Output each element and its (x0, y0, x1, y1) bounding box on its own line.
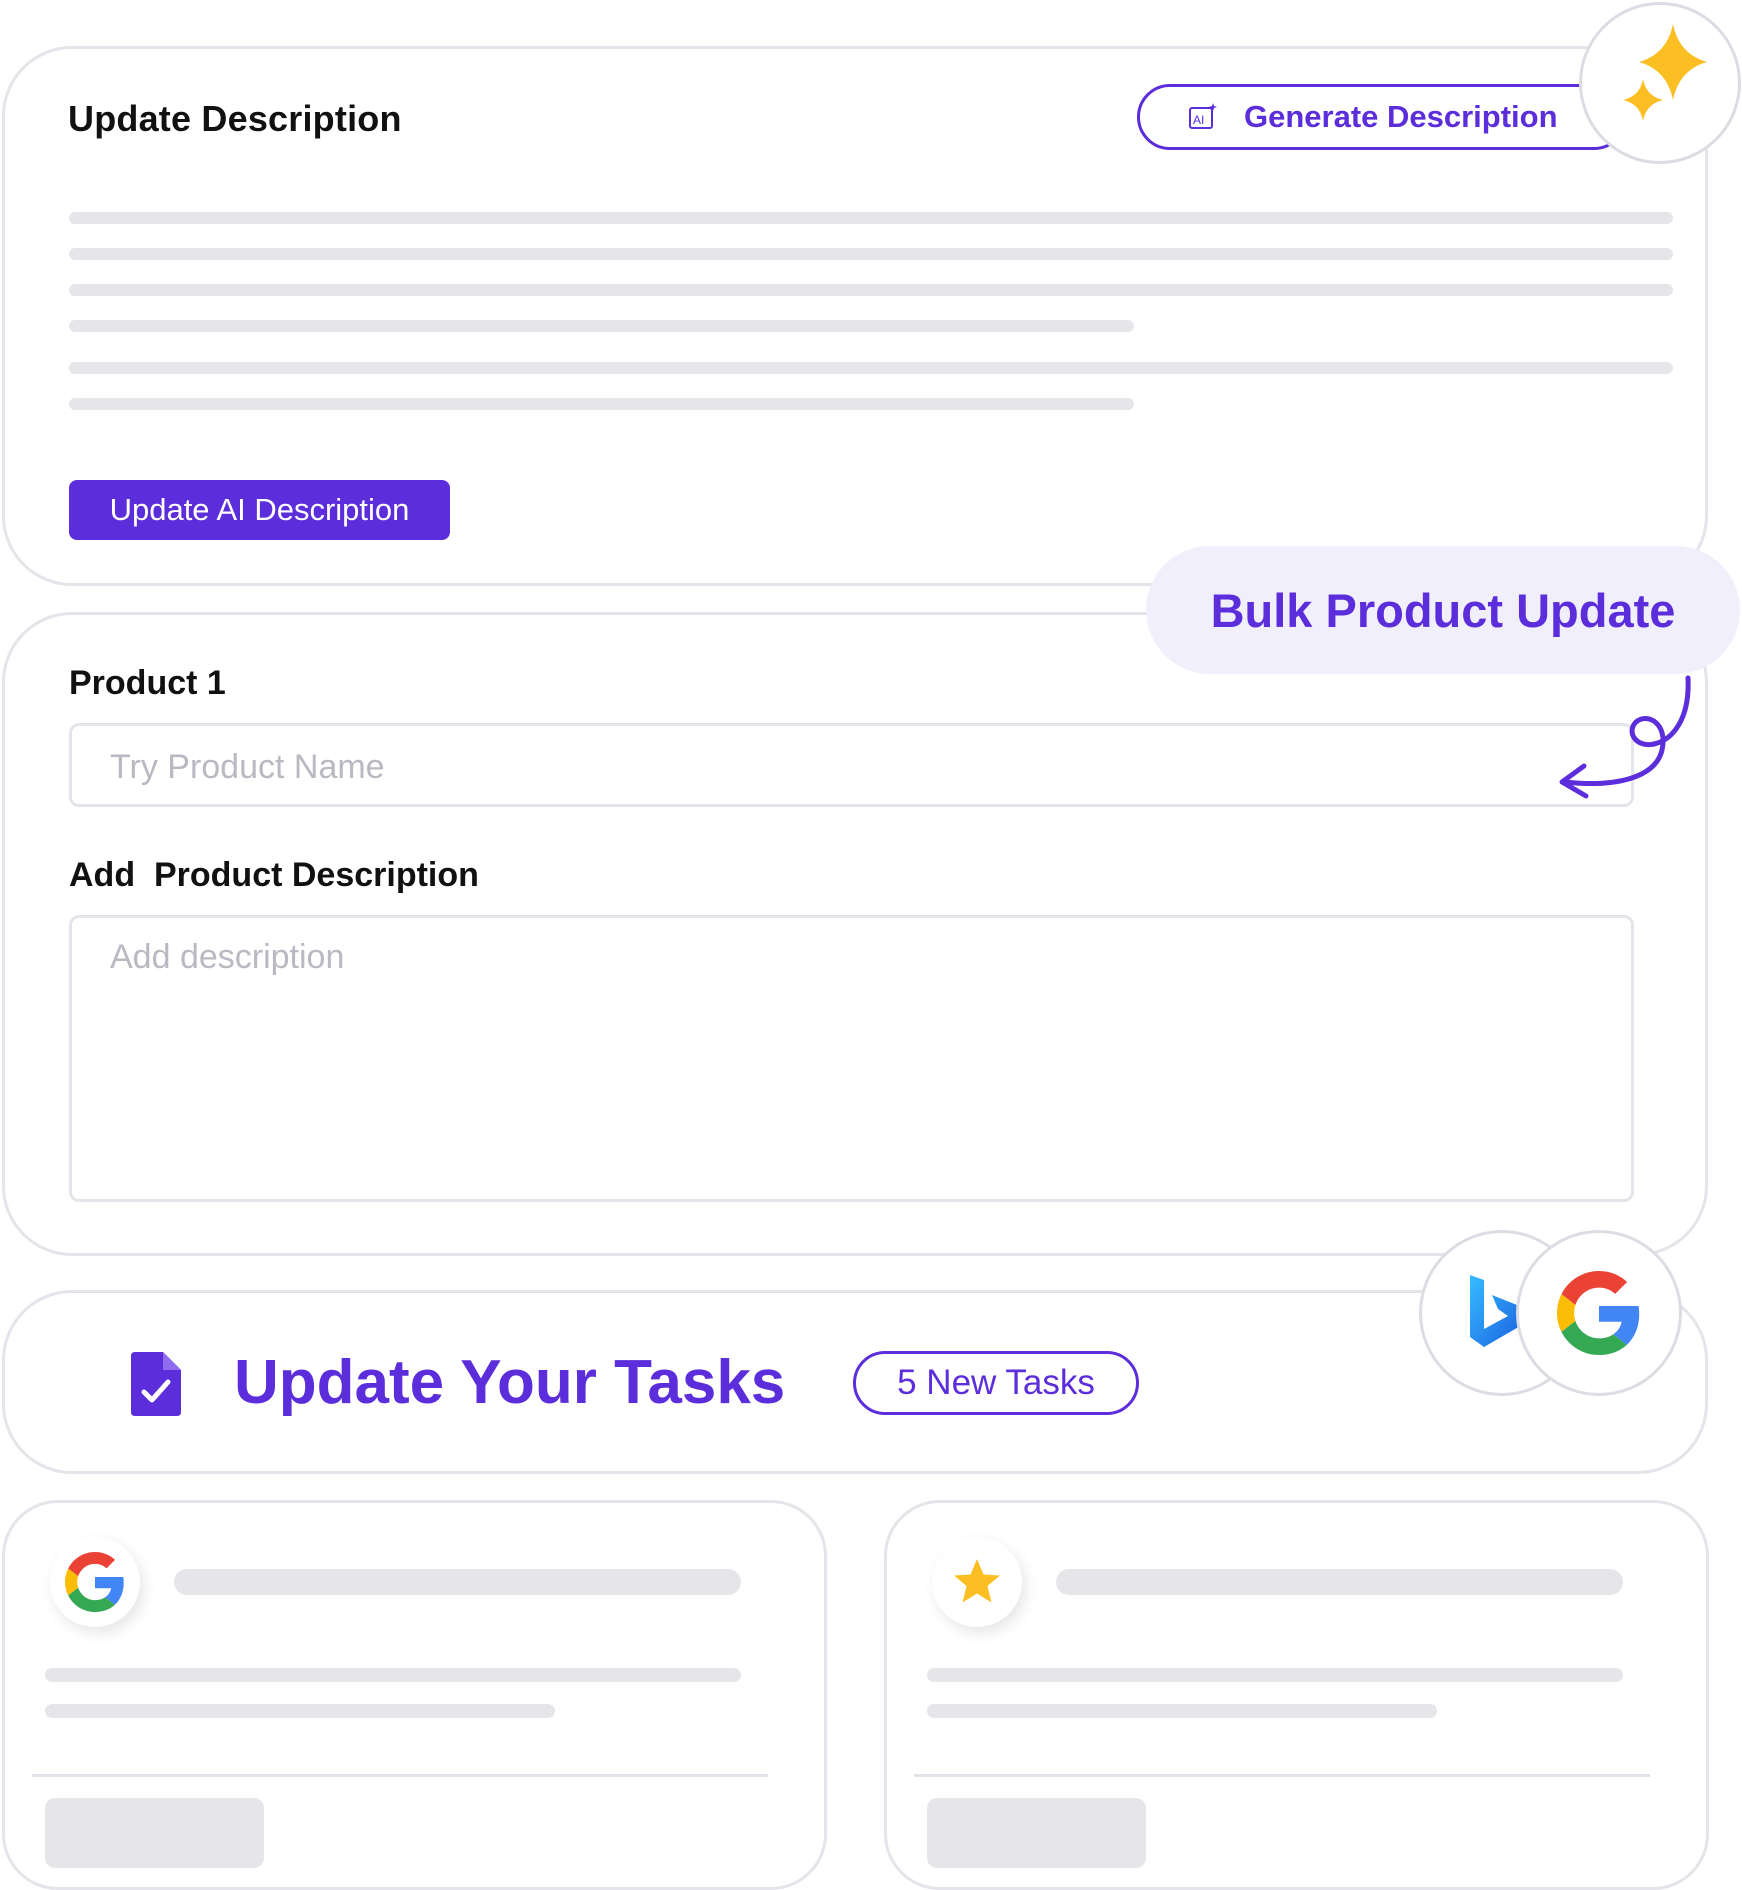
sparkles-icon (1623, 24, 1707, 121)
skeleton-line (69, 284, 1673, 296)
update-ai-description-button[interactable]: Update AI Description (69, 480, 450, 540)
description-card-title: Update Description (68, 98, 402, 139)
bulk-product-update-badge: Bulk Product Update (1146, 546, 1740, 674)
star-icon (954, 1559, 1000, 1603)
skeleton-line (927, 1704, 1437, 1718)
product-label: Product 1 (69, 664, 226, 702)
skeleton-line (927, 1668, 1623, 1682)
product-name-input[interactable]: Try Product Name (69, 723, 1634, 807)
google-logo-icon (1557, 1271, 1640, 1355)
product-description-label: Add Product Description (69, 856, 479, 894)
placeholder-button[interactable] (927, 1798, 1146, 1868)
task-document-icon (131, 1352, 181, 1416)
curly-arrow-icon (1559, 675, 1691, 799)
skeleton-line (1056, 1569, 1623, 1595)
skeleton-line (69, 248, 1673, 260)
tasks-title: Update Your Tasks (234, 1348, 786, 1417)
star-badge (932, 1537, 1022, 1627)
new-tasks-badge: 5 New Tasks (853, 1351, 1139, 1415)
skeleton-line (174, 1569, 741, 1595)
sparkles-badge (1579, 2, 1741, 164)
divider (914, 1774, 1650, 1777)
product-description-textarea[interactable]: Add description (69, 915, 1634, 1202)
skeleton-line (45, 1668, 741, 1682)
google-logo-icon (65, 1552, 124, 1612)
placeholder-button[interactable] (45, 1798, 264, 1868)
skeleton-line (69, 320, 1134, 332)
google-logo-badge (50, 1537, 140, 1627)
generate-description-label: Generate Description (1244, 99, 1558, 134)
svg-text:AI: AI (1193, 113, 1204, 127)
google-logo-badge (1516, 1230, 1682, 1396)
skeleton-line (45, 1704, 555, 1718)
divider (32, 1774, 768, 1777)
skeleton-line (69, 398, 1134, 410)
generate-description-button[interactable]: AI Generate Description (1137, 84, 1627, 150)
skeleton-line (69, 212, 1673, 224)
skeleton-line (69, 362, 1673, 374)
ai-icon: AI (1189, 103, 1217, 129)
